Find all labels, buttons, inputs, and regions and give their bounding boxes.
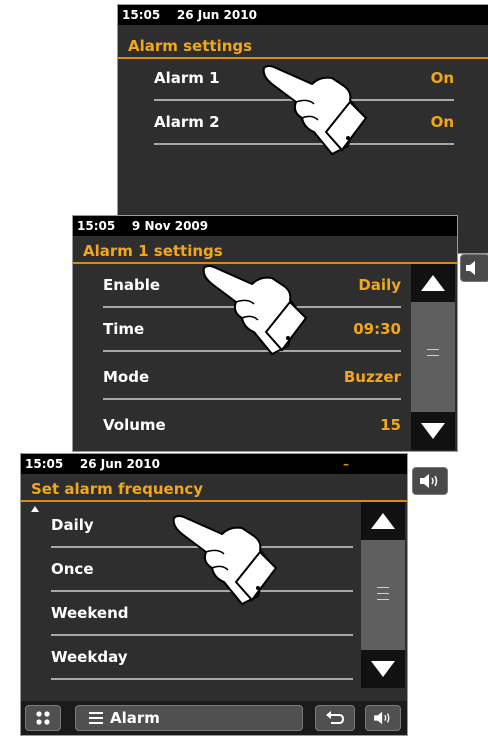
row-divider (103, 398, 401, 400)
volume-button[interactable] (365, 705, 401, 731)
row-label: Enable (103, 276, 161, 294)
row-value: On (430, 69, 454, 87)
row-value: Daily (358, 276, 401, 294)
row-label: Mode (103, 368, 150, 386)
speaker-icon (420, 474, 438, 488)
row-label: Weekend (51, 604, 129, 622)
row-label: Volume (103, 416, 166, 434)
row-label: Once (51, 560, 94, 578)
selected-marker-icon (31, 506, 39, 512)
list-item-mode[interactable]: Mode Buzzer (103, 356, 401, 400)
row-value: On (430, 113, 454, 131)
status-date: 26 Jun 2010 (176, 8, 257, 22)
row-value: 09:30 (353, 320, 401, 338)
status-date: 26 Jun 2010 (79, 457, 160, 471)
scroll-grip[interactable] (427, 344, 439, 361)
scrollbar[interactable] (361, 502, 405, 688)
page-title: Alarm settings (118, 35, 488, 59)
scroll-up-button[interactable] (361, 502, 405, 540)
page-title: Set alarm frequency (21, 478, 407, 502)
row-label: Alarm 1 (154, 69, 220, 87)
triangle-down-icon (371, 661, 395, 677)
menu-label: Alarm (110, 709, 160, 727)
status-time: 15:05 (25, 457, 64, 471)
triangle-down-icon (421, 423, 445, 439)
row-divider (51, 678, 353, 680)
speaker-icon (374, 711, 390, 725)
scroll-down-button[interactable] (361, 650, 405, 688)
grid-icon (36, 711, 50, 725)
list-item-volume[interactable]: Volume 15 (103, 404, 401, 448)
status-time: 15:05 (77, 219, 116, 233)
status-date: 9 Nov 2009 (131, 219, 209, 233)
pointing-hand-icon (202, 265, 308, 355)
scroll-grip[interactable] (377, 582, 389, 605)
status-bar: 15:05 26 Jun 2010 (118, 5, 488, 25)
triangle-up-icon (421, 275, 445, 291)
list-item-weekday[interactable]: Weekday (51, 636, 353, 680)
status-time: 15:05 (122, 8, 161, 22)
scrollbar[interactable] (411, 264, 455, 450)
row-label: Time (103, 320, 145, 338)
row-value: Buzzer (343, 368, 401, 386)
row-label: Alarm 2 (154, 113, 220, 131)
home-button[interactable] (25, 705, 61, 731)
bottom-bar: Alarm (21, 701, 407, 735)
status-bar: 15:05 9 Nov 2009 (73, 216, 457, 236)
menu-button[interactable]: Alarm (75, 705, 303, 731)
back-button[interactable] (315, 705, 355, 731)
row-label: Weekday (51, 648, 128, 666)
page-title: Alarm 1 settings (73, 240, 457, 264)
triangle-up-icon (371, 513, 395, 529)
speaker-icon (466, 261, 475, 275)
status-bar: 15:05 26 Jun 2010– (21, 454, 407, 474)
row-value: 15 (380, 416, 401, 434)
back-arrow-icon (326, 711, 345, 724)
menu-lines-icon (89, 712, 103, 724)
scroll-down-button[interactable] (411, 412, 455, 450)
row-label: Daily (51, 516, 94, 534)
volume-button[interactable] (412, 467, 448, 495)
pointing-hand-icon (172, 515, 278, 605)
volume-button[interactable] (460, 254, 488, 282)
scroll-up-button[interactable] (411, 264, 455, 302)
pointing-hand-icon (262, 65, 368, 155)
